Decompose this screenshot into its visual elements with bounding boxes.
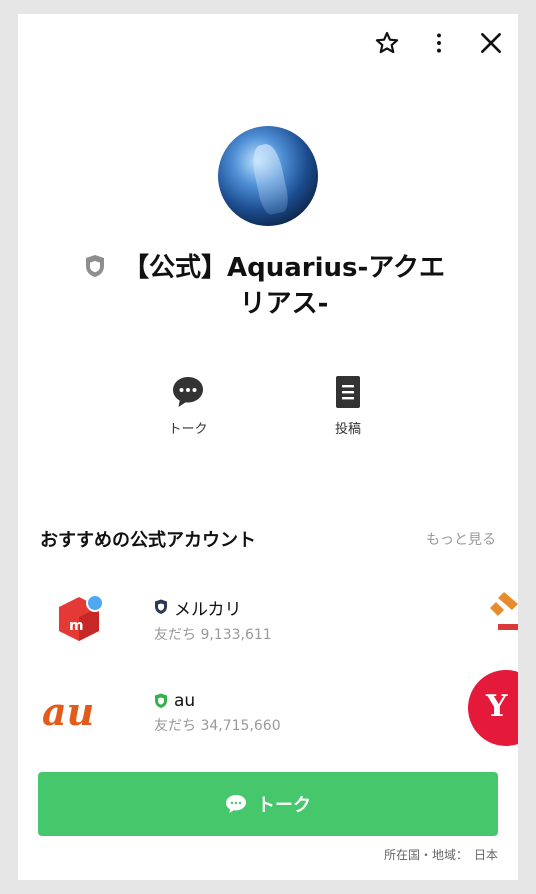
profile-name-block: 【公式】Aquarius-アクエリアス-	[84, 250, 464, 322]
recommend-name: メルカリ	[174, 599, 242, 620]
recommend-name: au	[174, 691, 196, 711]
country-value: 日本	[473, 848, 498, 862]
post-document-icon	[336, 376, 360, 408]
star-icon[interactable]	[372, 28, 402, 58]
verified-shield-icon	[155, 693, 167, 708]
post-action-label: 投稿	[334, 422, 361, 437]
chat-bubble-icon	[226, 795, 246, 813]
mercari-logo: m	[40, 589, 118, 649]
recommend-item[interactable]: m メルカリ 友だち 9,133,611	[40, 584, 518, 654]
svg-text:Y: Y	[485, 689, 508, 724]
talk-action[interactable]: トーク	[153, 374, 223, 437]
au-logo: au	[40, 683, 118, 743]
verified-shield-icon	[155, 599, 167, 614]
recommend-item[interactable]: au au 友だち 34,715,660	[40, 678, 518, 748]
post-action[interactable]: 投稿	[313, 374, 383, 437]
more-vertical-icon[interactable]	[424, 28, 454, 58]
top-bar	[372, 28, 506, 58]
ymobile-logo-partial[interactable]: Y	[468, 670, 518, 746]
profile-name: 【公式】Aquarius-アクエリアス-	[123, 253, 445, 319]
see-more-link[interactable]: もっと見る	[426, 529, 496, 549]
profile-actions: トーク 投稿	[18, 374, 518, 437]
close-icon[interactable]	[476, 28, 506, 58]
svg-text:m: m	[69, 618, 84, 634]
talk-button[interactable]: トーク	[38, 772, 498, 836]
chat-bubble-icon	[173, 377, 203, 407]
official-shield-icon	[86, 255, 104, 277]
recommend-title: おすすめの公式アカウント	[40, 530, 256, 551]
recommend-info: au 友だち 34,715,660	[154, 691, 281, 735]
recommend-friends: 友だち 34,715,660	[154, 718, 281, 734]
talk-button-label: トーク	[257, 795, 311, 816]
profile-avatar[interactable]	[218, 126, 318, 226]
profile-screen: 【公式】Aquarius-アクエリアス- トーク 投稿 おすすめの公式アカウント…	[18, 14, 518, 880]
recommend-friends: 友だち 9,133,611	[154, 626, 272, 643]
recommend-info: メルカリ 友だち 9,133,611	[154, 595, 272, 644]
country-footer: 所在国・地域： 日本	[384, 846, 498, 863]
country-label: 所在国・地域：	[383, 848, 468, 862]
talk-action-label: トーク	[168, 422, 208, 437]
recommend-header: おすすめの公式アカウント もっと見る	[40, 526, 496, 552]
yahuoku-logo-partial[interactable]	[482, 584, 518, 644]
svg-text:au: au	[42, 693, 94, 733]
